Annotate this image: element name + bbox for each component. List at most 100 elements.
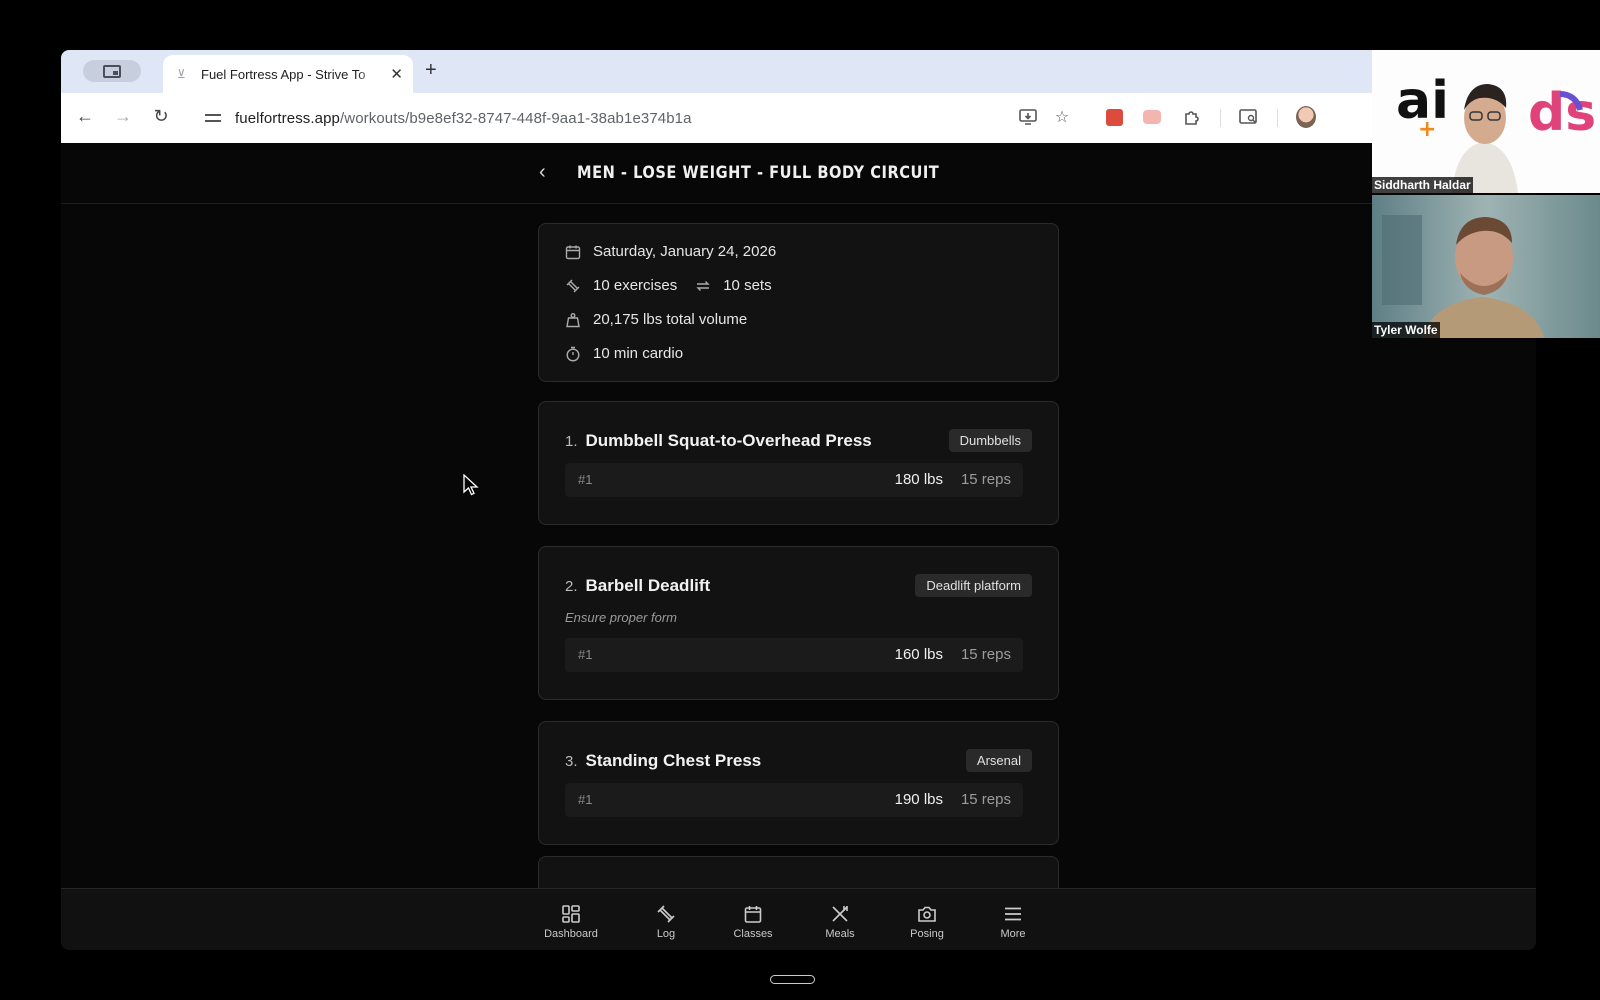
volume-text: 20,175 lbs total volume	[593, 311, 748, 328]
set-index: #1	[578, 472, 593, 487]
nav-log[interactable]: Log	[628, 903, 704, 940]
nav-meals[interactable]: Meals	[802, 903, 878, 940]
tab-strip: ⊻ Fuel Fortress App - Strive To ✕ +	[61, 50, 1536, 93]
set-index: #1	[578, 647, 593, 662]
url-text: fuelfortress.app/workouts/b9e8ef32-8747-…	[235, 110, 692, 127]
exercise-heading: 1. Dumbbell Squat-to-Overhead Press	[565, 431, 872, 451]
set-reps: 15 reps	[960, 646, 1011, 663]
timer-icon	[565, 346, 581, 362]
summary-cardio: 10 min cardio	[565, 345, 683, 362]
exercise-heading: 3. Standing Chest Press	[565, 751, 761, 771]
exercise-note: Ensure proper form	[565, 610, 677, 625]
weight-icon	[565, 312, 581, 328]
tab-search-button[interactable]	[83, 60, 141, 82]
nav-dashboard[interactable]: Dashboard	[533, 903, 609, 940]
exercise-number: 2.	[565, 578, 578, 595]
tab-search-icon[interactable]	[1239, 107, 1259, 127]
video-tile: Tyler Wolfe	[1372, 195, 1600, 338]
exercise-card[interactable]: 3. Standing Chest Press Arsenal #1 190 l…	[538, 721, 1059, 845]
set-row: #1 180 lbs 15 reps	[565, 463, 1023, 497]
utensils-icon	[802, 903, 878, 925]
set-row: #1 160 lbs 15 reps	[565, 638, 1023, 672]
exercise-number: 1.	[565, 433, 578, 450]
exercise-card[interactable]: 2. Barbell Deadlift Deadlift platform En…	[538, 546, 1059, 700]
page-title: MEN - LOSE WEIGHT - FULL BODY CIRCUIT	[577, 163, 940, 183]
workout-header: ‹ MEN - LOSE WEIGHT - FULL BODY CIRCUIT	[61, 143, 1536, 204]
equipment-badge: Deadlift platform	[915, 574, 1032, 597]
back-chevron-icon[interactable]: ‹	[539, 161, 546, 184]
equipment-badge: Dumbbells	[948, 429, 1032, 452]
screen: ⊻ Fuel Fortress App - Strive To ✕ + ← → …	[0, 0, 1600, 1000]
nav-label: Posing	[910, 928, 944, 940]
calendar-icon	[715, 903, 791, 925]
participant-name: Tyler Wolfe	[1372, 322, 1440, 338]
exercise-name: Barbell Deadlift	[585, 576, 711, 595]
url-domain: fuelfortress.app	[235, 109, 340, 127]
bookmark-star-icon[interactable]: ☆	[1052, 107, 1072, 127]
exercise-name: Standing Chest Press	[585, 751, 762, 770]
nav-more[interactable]: More	[975, 903, 1051, 940]
calendar-icon	[565, 244, 581, 260]
summary-volume: 20,175 lbs total volume	[565, 311, 747, 328]
set-reps: 15 reps	[960, 791, 1011, 808]
set-reps: 15 reps	[960, 471, 1011, 488]
workout-summary-card: Saturday, January 24, 2026 10 exercises …	[538, 223, 1059, 382]
summary-date: Saturday, January 24, 2026	[565, 243, 776, 260]
camera-icon	[889, 903, 965, 925]
set-weight: 160 lbs	[894, 646, 943, 663]
participant-name: Siddharth Haldar	[1372, 177, 1473, 193]
address-bar[interactable]: fuelfortress.app/workouts/b9e8ef32-8747-…	[191, 100, 1351, 136]
participant-video	[1372, 195, 1600, 338]
set-index: #1	[578, 792, 593, 807]
nav-label: Dashboard	[544, 928, 598, 940]
exercise-name: Dumbbell Squat-to-Overhead Press	[585, 431, 872, 450]
video-tile: ai + ds Siddharth Haldar	[1372, 50, 1600, 193]
exercise-card[interactable]: 1. Dumbbell Squat-to-Overhead Press Dumb…	[538, 401, 1059, 525]
exercise-number: 3.	[565, 753, 578, 770]
nav-label: Meals	[825, 928, 855, 940]
exercise-count: 10 exercises	[593, 277, 678, 294]
cardio-text: 10 min cardio	[593, 345, 684, 362]
browser-tab-active[interactable]: ⊻ Fuel Fortress App - Strive To ✕	[163, 55, 413, 93]
app-content: ‹ MEN - LOSE WEIGHT - FULL BODY CIRCUIT …	[61, 143, 1536, 950]
set-row: #1 190 lbs 15 reps	[565, 783, 1023, 817]
dumbbell-icon	[565, 278, 581, 294]
todoist-extension-icon[interactable]	[1104, 107, 1124, 127]
dashboard-icon	[533, 903, 609, 925]
new-tab-button[interactable]: +	[425, 59, 437, 82]
home-indicator	[770, 975, 815, 984]
summary-counts: 10 exercises 10 sets	[565, 277, 772, 294]
tab-title: Fuel Fortress App - Strive To	[201, 66, 366, 82]
bottom-nav: Dashboard Log Classes Meals Posing More	[61, 888, 1536, 950]
tab-groups-icon	[103, 64, 121, 78]
nav-label: Classes	[733, 928, 773, 940]
puzzle-extensions-icon[interactable]	[1182, 107, 1202, 127]
nav-label: More	[1000, 928, 1026, 940]
participant-video: ai + ds	[1372, 50, 1600, 193]
browser-window: ⊻ Fuel Fortress App - Strive To ✕ + ← → …	[61, 50, 1536, 950]
date-text: Saturday, January 24, 2026	[593, 243, 777, 260]
set-weight: 180 lbs	[894, 471, 943, 488]
site-settings-icon[interactable]	[205, 111, 221, 125]
repeat-icon	[695, 278, 711, 294]
install-app-icon[interactable]	[1018, 107, 1038, 127]
svg-text:+: +	[1418, 117, 1436, 142]
close-tab-icon[interactable]: ✕	[390, 65, 403, 83]
nav-classes[interactable]: Classes	[715, 903, 791, 940]
equipment-badge: Arsenal	[965, 749, 1032, 772]
exercise-heading: 2. Barbell Deadlift	[565, 576, 710, 596]
set-weight: 190 lbs	[894, 791, 943, 808]
back-arrow-icon[interactable]: ←	[73, 106, 97, 127]
url-path: /workouts/b9e8ef32-8747-448f-9aa1-38ab1e…	[340, 109, 692, 127]
browser-toolbar: ← → ↻ fuelfortress.app/workouts/b9e8ef32…	[61, 93, 1536, 143]
profile-avatar[interactable]	[1296, 106, 1316, 128]
nav-posing[interactable]: Posing	[889, 903, 965, 940]
extension-icon[interactable]	[1142, 107, 1162, 127]
mouse-cursor-icon	[463, 474, 479, 496]
reload-icon[interactable]: ↻	[149, 106, 173, 127]
forward-arrow-icon[interactable]: →	[111, 106, 135, 127]
dumbbell-icon	[628, 903, 704, 925]
site-favicon-icon: ⊻	[177, 67, 186, 81]
nav-label: Log	[656, 928, 676, 940]
menu-icon	[975, 903, 1051, 925]
